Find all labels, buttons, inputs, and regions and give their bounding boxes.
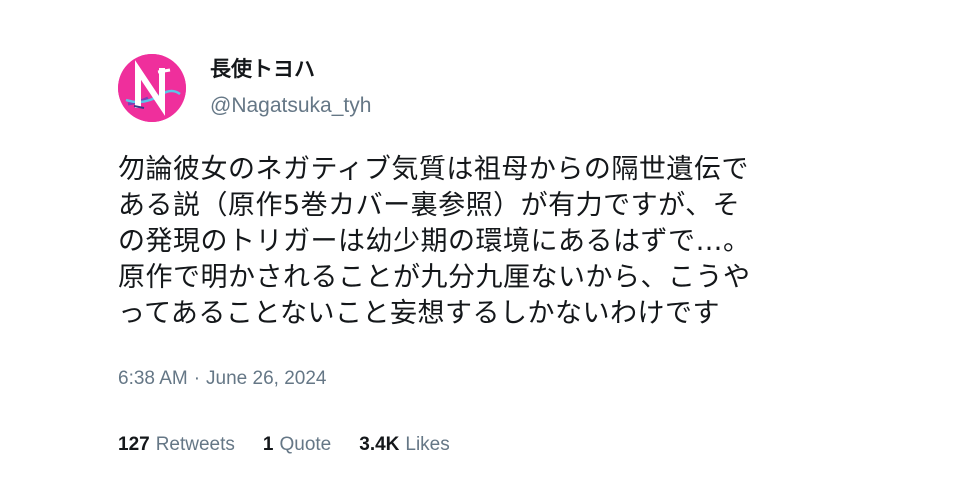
likes-count: 3.4K (359, 434, 400, 455)
avatar[interactable] (118, 54, 186, 122)
tweet-stats: 127 Retweets 1 Quote 3.4K Likes (118, 434, 878, 456)
retweets-stat[interactable]: 127 Retweets (118, 434, 235, 456)
retweets-count: 127 (118, 434, 150, 455)
quotes-label: Quote (279, 434, 332, 455)
quotes-stat[interactable]: 1 Quote (263, 434, 331, 456)
tweet-date[interactable]: June 26, 2024 (206, 368, 326, 390)
tweet-time[interactable]: 6:38 AM (118, 368, 188, 390)
avatar-n-logo-icon (118, 54, 186, 122)
tweet-timestamp[interactable]: 6:38 AM · June 26, 2024 (118, 368, 878, 390)
likes-label: Likes (405, 434, 450, 455)
author-names: 長使トヨハ @Nagatsuka_tyh (210, 55, 371, 121)
retweets-label: Retweets (155, 434, 235, 455)
author-handle[interactable]: @Nagatsuka_tyh (210, 91, 371, 121)
timestamp-separator: · (193, 368, 201, 389)
quotes-count: 1 (262, 434, 274, 455)
tweet-text: 勿論彼女のネガティブ気質は祖母からの隔世遺伝で ある説（原作5巻カバー裏参照）が… (118, 154, 751, 329)
tweet-card: 長使トヨハ @Nagatsuka_tyh 勿論彼女のネガティブ気質は祖母からの隔… (118, 42, 878, 456)
tweet-header: 長使トヨハ @Nagatsuka_tyh (118, 42, 878, 134)
author-display-name[interactable]: 長使トヨハ (210, 55, 371, 83)
likes-stat[interactable]: 3.4K Likes (359, 434, 450, 456)
